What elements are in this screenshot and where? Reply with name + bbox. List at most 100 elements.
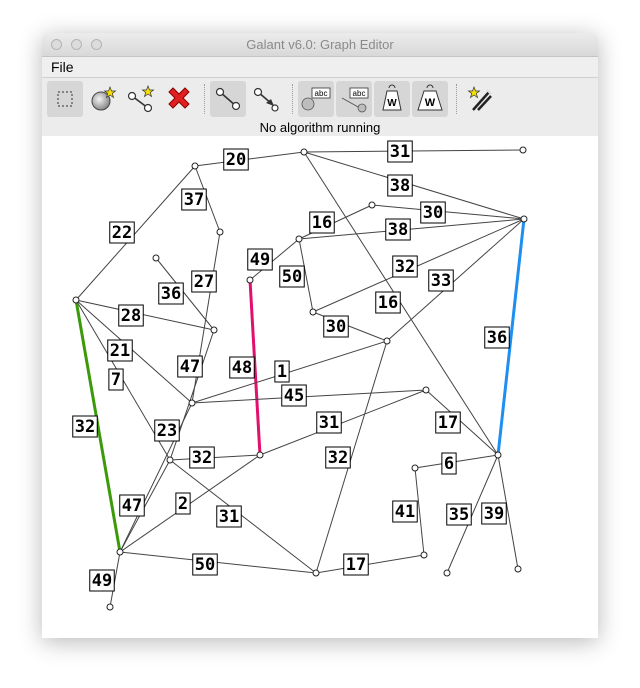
graph-node[interactable] (166, 456, 174, 464)
graph-edge[interactable] (119, 551, 317, 574)
graph-node[interactable] (188, 399, 196, 407)
edge-weight-label[interactable]: 30 (323, 315, 349, 338)
edge-weight-label[interactable]: 36 (484, 326, 510, 349)
edge-weight-label[interactable]: 37 (181, 188, 207, 211)
graph-edge[interactable] (75, 165, 196, 301)
node-label-toggle-button[interactable]: abc (336, 81, 372, 117)
edge-weight-toggle-button[interactable]: W (374, 81, 410, 117)
graph-node[interactable] (422, 386, 430, 394)
edge-weight-label[interactable]: 30 (420, 201, 446, 224)
svg-text:50: 50 (282, 267, 302, 287)
graph-node[interactable] (152, 254, 160, 262)
graph-edge[interactable] (169, 454, 261, 461)
edge-weight-label[interactable]: 31 (316, 411, 342, 434)
svg-text:36: 36 (487, 328, 507, 348)
menu-bar: File (42, 57, 598, 78)
edge-weight-label[interactable]: 49 (89, 569, 115, 592)
graph-node[interactable] (246, 276, 254, 284)
graph-node[interactable] (519, 146, 527, 154)
graph-node[interactable] (520, 215, 528, 223)
directed-edge-button[interactable] (248, 81, 284, 117)
graph-node[interactable] (295, 235, 303, 243)
edge-weight-label[interactable]: 21 (107, 339, 133, 362)
graph-edge[interactable] (315, 554, 425, 574)
edge-weight-label[interactable]: 47 (177, 355, 203, 378)
edge-weight-label[interactable]: 1 (274, 360, 290, 383)
graph-drawing[interactable]: 20 312237381616 30383233364950302736282173… (42, 136, 598, 638)
graph-node[interactable] (368, 201, 376, 209)
graph-node[interactable] (494, 451, 502, 459)
edge-weight-label[interactable]: 6 (441, 452, 457, 475)
graph-node[interactable] (210, 326, 218, 334)
graph-node[interactable] (312, 569, 320, 577)
svg-text:32: 32 (75, 417, 95, 437)
edge-weight-label[interactable]: 28 (118, 304, 144, 327)
menu-file[interactable]: File (51, 59, 74, 75)
graph-node[interactable] (420, 551, 428, 559)
edge-weight-label[interactable]: 33 (428, 269, 454, 292)
edge-weight-label[interactable]: 39 (481, 502, 507, 525)
svg-text:30: 30 (326, 317, 346, 337)
edge-weight-label[interactable]: 20 (223, 148, 249, 171)
edge-weight-label[interactable]: 38 (387, 174, 413, 197)
graph-node[interactable] (106, 603, 114, 611)
delete-button[interactable] (161, 81, 197, 117)
graph-canvas[interactable]: 20 31 22 37 38 16 16 30 38 32 33 36 49 50 30 27 36 28 21 7 3… (42, 136, 598, 638)
edges-layer (74, 149, 526, 608)
svg-text:31: 31 (390, 142, 410, 162)
graph-node[interactable] (443, 569, 451, 577)
add-edge-tool-button[interactable] (123, 81, 159, 117)
edge-weight-label[interactable]: 50 (279, 265, 305, 288)
edge-weight-label[interactable]: 31 (387, 140, 413, 163)
edge-weight-label[interactable]: 48 (229, 356, 255, 379)
svg-text:35: 35 (449, 505, 469, 525)
edge-weight-label[interactable]: 31 (216, 505, 242, 528)
edge-weight-label[interactable]: 41 (392, 500, 418, 523)
svg-text:32: 32 (192, 448, 212, 468)
graph-node[interactable] (300, 148, 308, 156)
graph-node[interactable] (116, 548, 124, 556)
edge-weight-label[interactable]: 45 (281, 384, 307, 407)
graph-node[interactable] (256, 451, 264, 459)
edge-weight-label[interactable]: 17 (435, 411, 461, 434)
edge-weight-label[interactable]: 38 (385, 218, 411, 241)
graph-edge[interactable] (312, 218, 525, 313)
edge-weight-label[interactable]: 23 (154, 419, 180, 442)
graph-edge[interactable] (169, 459, 317, 574)
edge-weight-label[interactable]: 32 (189, 446, 215, 469)
edge-weight-label[interactable]: 32 (72, 415, 98, 438)
graph-node[interactable] (514, 565, 522, 573)
edge-weight-label[interactable]: 50 (192, 553, 218, 576)
edge-weight-label[interactable]: 32 (325, 446, 351, 469)
edge-weight-label[interactable]: 27 (191, 270, 217, 293)
edge-weight-label[interactable]: 2 (175, 492, 191, 515)
edge-weight-label[interactable]: 22 (109, 221, 135, 244)
layout-wand-button[interactable] (462, 81, 498, 117)
graph-node[interactable] (411, 464, 419, 472)
graph-node[interactable] (216, 228, 224, 236)
edge-weight-icon: W (382, 84, 402, 111)
edge-label-toggle-button[interactable]: abc (298, 81, 334, 117)
graph-node[interactable] (72, 296, 80, 304)
undirected-edge-button[interactable] (210, 81, 246, 117)
edge-weight-label[interactable]: 47 (119, 494, 145, 517)
edge-weight-label[interactable]: 16 (375, 291, 401, 314)
graph-node[interactable] (191, 162, 199, 170)
edge-weight-label[interactable]: 36 (158, 282, 184, 305)
graph-edge[interactable] (303, 149, 524, 153)
edge-weight-label[interactable]: 49 (247, 248, 273, 271)
edge-weight-label[interactable]: 32 (392, 255, 418, 278)
select-tool-button[interactable] (47, 81, 83, 117)
edge-weight-label[interactable]: 17 (343, 553, 369, 576)
graph-node[interactable] (309, 308, 317, 316)
edge-weight-label[interactable]: 16 (309, 211, 335, 234)
graph-edge[interactable] (194, 151, 305, 167)
add-node-button[interactable] (85, 81, 121, 117)
title-bar[interactable]: Galant v6.0: Graph Editor (42, 33, 598, 57)
graph-node[interactable] (383, 337, 391, 345)
node-label-icon: abc (341, 87, 369, 113)
edge-weight-label[interactable]: 7 (108, 368, 124, 391)
svg-text:31: 31 (319, 413, 339, 433)
node-weight-toggle-button[interactable]: W (412, 81, 448, 117)
edge-weight-label[interactable]: 35 (446, 503, 472, 526)
